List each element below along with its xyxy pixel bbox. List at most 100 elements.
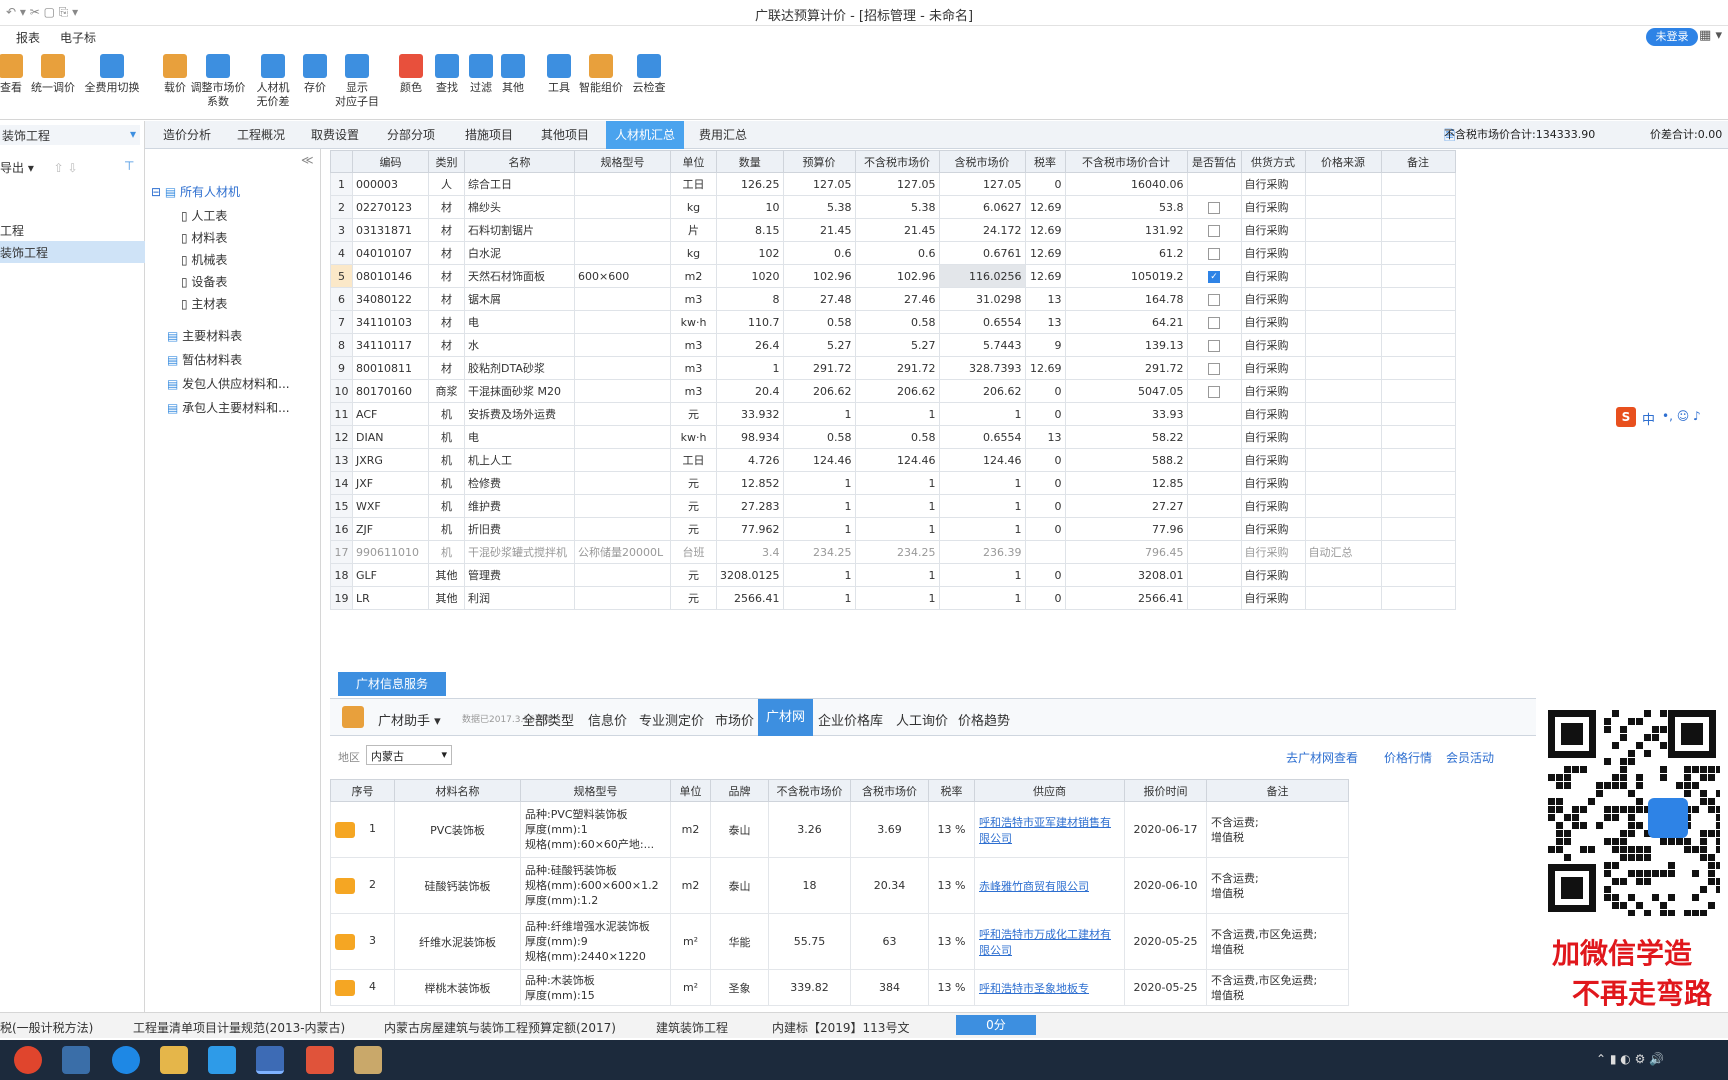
price-grid-row[interactable]: 3 纤维水泥装饰板 品种:纤维增强水泥装饰板 厚度(mm):9 规格(mm):244… — [330, 913, 1349, 970]
supplier-link[interactable]: 呼和浩特市万成化工建材有限公司 — [979, 928, 1111, 957]
image-app-icon[interactable] — [354, 1046, 382, 1074]
region-select[interactable]: 内蒙古 ▾ — [366, 745, 452, 765]
grid-row[interactable]: 14 JXF 机检修费元 12.852 1 1 1 0 12.85 自行采购 — [330, 471, 1456, 495]
tab-4[interactable]: 措施项目 — [454, 121, 524, 149]
tree-child-4[interactable]: ▯ 主材表 — [181, 295, 227, 312]
grid-header-cell[interactable]: 不含税市场价 — [854, 150, 940, 173]
grid-cell[interactable] — [1186, 195, 1242, 219]
tree-child-2[interactable]: ▯ 机械表 — [181, 251, 227, 268]
ribbon-button-2[interactable]: 全费用切换 — [76, 54, 148, 95]
arrow-up-icon[interactable]: ⇧ — [54, 161, 64, 175]
tab-5[interactable]: 其他项目 — [530, 121, 600, 149]
price-grid-header-cell[interactable]: 供应商 — [974, 779, 1125, 802]
grid-header-cell[interactable]: 供货方式 — [1240, 150, 1306, 173]
project-selector[interactable]: 装饰工程 ▾ — [0, 125, 140, 145]
tree-child-1[interactable]: ▯ 材料表 — [181, 229, 227, 246]
grid-header-cell[interactable]: 预算价 — [782, 150, 856, 173]
grid-row[interactable]: 10 80170160 商浆 干混抹面砂浆 M20 m3 20.4 206.62 206.62… — [330, 379, 1456, 403]
price-grid-row[interactable]: 1 PVC装饰板 品种:PVC塑料装饰板 厚度(mm):1 规格(mm):60×60… — [330, 801, 1349, 858]
link-price-trend[interactable]: 价格行情 — [1384, 749, 1432, 766]
login-badge[interactable]: 未登录 — [1646, 28, 1698, 46]
grid-header-cell[interactable]: 价格来源 — [1304, 150, 1382, 173]
tree-root[interactable]: ⊟ ▤ 所有人材机 — [151, 183, 240, 200]
price-grid-header-cell[interactable]: 报价时间 — [1124, 779, 1207, 802]
ie-icon[interactable] — [112, 1046, 140, 1074]
tag-icon[interactable] — [335, 933, 355, 950]
price-grid-row[interactable]: 2 硅酸钙装饰板 品种:硅酸钙装饰板 规格(mm):600×600×1.2 厚度(m… — [330, 857, 1349, 914]
grid-cell[interactable] — [1186, 310, 1242, 334]
grid-view-icon[interactable]: ▦ ▾ — [1699, 28, 1722, 43]
grid-row[interactable]: 7 34110103 材电 kw·h 110.7 0.58 0.58 0.6554 13 64.2… — [330, 310, 1456, 334]
grid-cell[interactable] — [1186, 402, 1242, 426]
tree-other-3[interactable]: ▤ 承包人主要材料和... — [167, 399, 290, 416]
grid-header-cell[interactable]: 数量 — [716, 150, 784, 173]
grid-row[interactable]: 3 03131871 材石料切割锯片片 8.15 21.45 21.45 24.172 12.… — [330, 218, 1456, 242]
checkbox[interactable] — [1208, 362, 1220, 375]
tag-icon[interactable] — [335, 979, 355, 996]
price-grid-header-cell[interactable]: 品牌 — [710, 779, 769, 802]
tab-0[interactable]: 造价分析 — [152, 121, 222, 149]
service-tab-5[interactable]: 企业价格库 — [818, 710, 883, 729]
budget-app-icon[interactable] — [256, 1046, 284, 1074]
tab-1[interactable]: 工程概况 — [226, 121, 296, 149]
tree-item-project[interactable]: 工程 — [0, 222, 24, 239]
supplier-link[interactable]: 呼和浩特市圣象地板专 — [979, 982, 1089, 995]
grid-cell[interactable] — [1186, 333, 1242, 357]
grid-row[interactable]: 12 DIAN 机电 kw·h 98.934 0.58 0.58 0.6554 13 58.22 自… — [330, 425, 1456, 449]
grid-header-cell[interactable]: 类别 — [428, 150, 465, 173]
checkbox[interactable] — [1208, 224, 1220, 237]
ribbon-button-14[interactable]: 云检查 — [624, 54, 674, 95]
grid-row[interactable]: 6 34080122 材锯木屑 m3 8 27.48 27.46 31.0298 13 164.7… — [330, 287, 1456, 311]
record-app-icon[interactable] — [306, 1046, 334, 1074]
checkbox[interactable] — [1208, 385, 1220, 398]
grid-header-cell[interactable]: 是否暂估 — [1186, 150, 1242, 173]
service-tab-3[interactable]: 市场价 — [715, 710, 754, 729]
service-tab-0[interactable]: 全部类型 — [522, 710, 574, 729]
chrome-icon[interactable] — [14, 1046, 42, 1074]
grid-cell[interactable] — [1186, 517, 1242, 541]
grid-cell[interactable] — [1186, 563, 1242, 587]
tab-7[interactable]: 费用汇总 — [688, 121, 758, 149]
price-grid-header-cell[interactable]: 序号 — [330, 779, 395, 802]
ribbon-button-1[interactable]: 统一调价 — [28, 54, 78, 95]
tag-icon[interactable] — [335, 877, 355, 894]
tree-other-1[interactable]: ▤ 暂估材料表 — [167, 351, 242, 368]
text-app-icon[interactable] — [208, 1046, 236, 1074]
price-grid-header-cell[interactable]: 材料名称 — [394, 779, 521, 802]
tree-other-2[interactable]: ▤ 发包人供应材料和... — [167, 375, 290, 392]
grid-row[interactable]: 13 JXRG 机机上人工 工日 4.726 124.46 124.46 124.46 0 588… — [330, 448, 1456, 472]
checkbox[interactable] — [1208, 247, 1220, 260]
grid-row[interactable]: 16 ZJF 机折旧费元 77.962 1 1 1 0 77.96 自行采购 — [330, 517, 1456, 541]
tray-icons[interactable]: ⌃ ▮ ◐ ⚙ 🔊 — [1596, 1052, 1664, 1066]
grid-row[interactable]: 17 990611010 机干混砂浆罐式搅拌机 公称储量20000L 台班 3.4 234.… — [330, 540, 1456, 564]
export-button[interactable]: 导出 ▾ ⇧ ⇩ — [0, 159, 78, 176]
ribbon-button-7[interactable]: 显示 对应子目 — [332, 54, 382, 109]
explorer-icon[interactable] — [160, 1046, 188, 1074]
price-grid-header-cell[interactable]: 税率 — [928, 779, 975, 802]
service-tab-4[interactable]: 广材网 — [758, 699, 814, 736]
tab-3[interactable]: 分部分项 — [376, 121, 446, 149]
grid-cell[interactable] — [1186, 356, 1242, 380]
grid-row[interactable]: 5 08010146 材天然石材饰面板 600×600 m2 1020 102.96 102.… — [330, 264, 1456, 288]
grid-row[interactable]: 2 02270123 材棉纱头 kg 10 5.38 5.38 6.0627 12.69 53.8… — [330, 195, 1456, 219]
tag-icon[interactable] — [335, 821, 355, 838]
supplier-link[interactable]: 赤峰雅竹商贸有限公司 — [979, 880, 1089, 893]
ribbon-button-11[interactable]: 其他 — [488, 54, 538, 95]
price-grid-header-cell[interactable]: 不含税市场价 — [768, 779, 851, 802]
grid-cell[interactable]: ✓ — [1186, 264, 1242, 288]
tree-item-decoration[interactable]: 装饰工程 — [0, 241, 145, 263]
price-grid-header-cell[interactable]: 备注 — [1206, 779, 1349, 802]
grid-header-cell[interactable]: 名称 — [464, 150, 575, 173]
grid-cell[interactable] — [1186, 172, 1242, 196]
tree-child-3[interactable]: ▯ 设备表 — [181, 273, 227, 290]
grid-cell[interactable] — [1186, 586, 1242, 610]
tab-6[interactable]: 人材机汇总 — [606, 121, 684, 149]
service-tab-6[interactable]: 人工询价 — [896, 710, 948, 729]
link-member-activity[interactable]: 会员活动 — [1446, 749, 1494, 766]
price-grid-header-cell[interactable]: 单位 — [670, 779, 711, 802]
tree-other-0[interactable]: ▤ 主要材料表 — [167, 327, 242, 344]
price-grid-header-cell[interactable]: 规格型号 — [520, 779, 671, 802]
computer-icon[interactable] — [62, 1046, 90, 1074]
price-grid-row[interactable]: 4 榉桃木装饰板 品种:木装饰板 厚度(mm):15 m² 圣象 339.82 384 13 … — [330, 969, 1349, 1006]
menu-item-etender[interactable]: 电子标 — [60, 29, 96, 46]
